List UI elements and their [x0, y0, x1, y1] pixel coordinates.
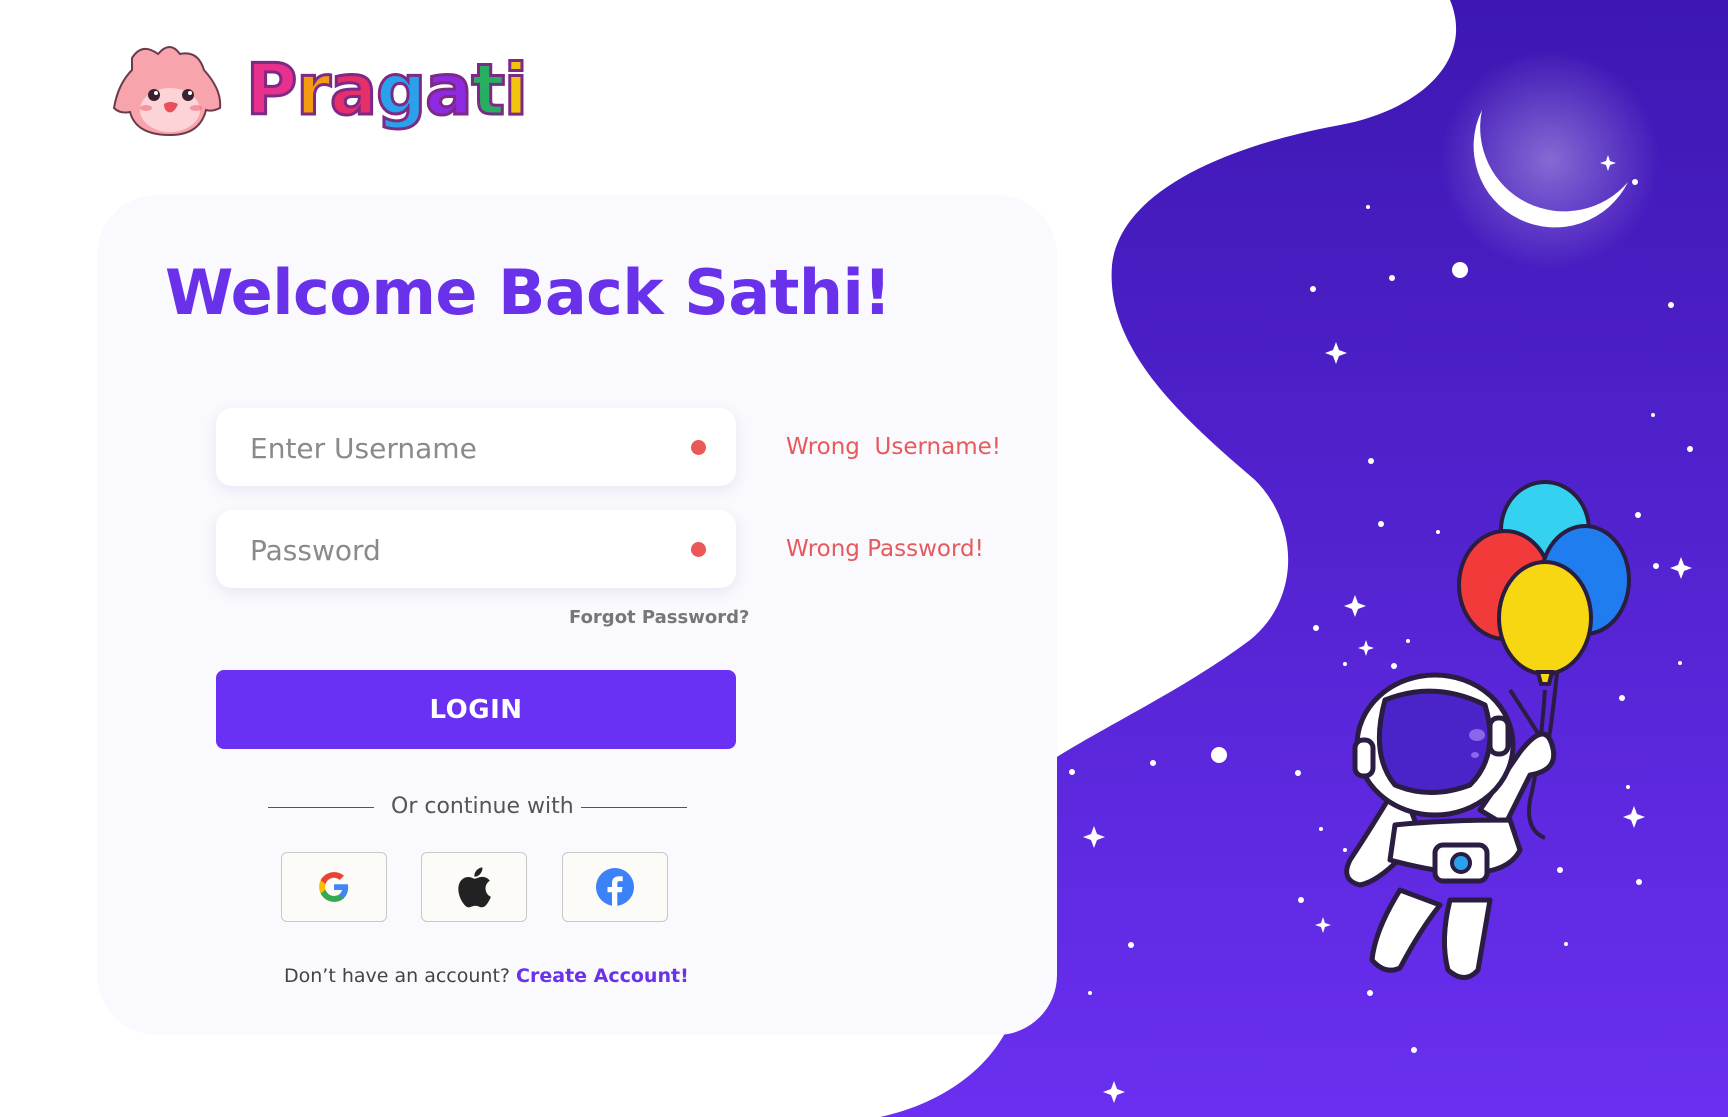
google-login-button[interactable] [281, 852, 387, 922]
bird-mascot-icon [112, 46, 222, 137]
apple-icon [458, 867, 491, 908]
brand-wordmark: Pragati [244, 48, 529, 133]
password-input[interactable] [248, 510, 672, 590]
create-account-link[interactable]: Create Account! [516, 965, 689, 987]
brand-letter: i [502, 48, 529, 133]
brand-letter: a [328, 48, 378, 133]
page-title: Welcome Back Sathi! [165, 256, 892, 329]
divider-right [581, 807, 687, 808]
brand-letter: t [470, 48, 507, 133]
google-icon [319, 872, 349, 902]
password-error-dot [691, 542, 706, 557]
signup-prompt-text: Don’t have an account? [284, 965, 510, 987]
forgot-password-link[interactable]: Forgot Password? [569, 607, 749, 628]
password-error-message: Wrong Password! [786, 536, 984, 562]
username-error-message: Wrong Username! [786, 434, 1001, 460]
brand-letter: a [424, 48, 474, 133]
continue-with-label: Or continue with [391, 794, 574, 819]
divider-left [268, 807, 374, 808]
password-field[interactable] [216, 510, 736, 590]
facebook-login-button[interactable] [562, 852, 668, 922]
brand-letter: P [244, 48, 298, 133]
username-error-dot [691, 440, 706, 455]
facebook-icon [596, 868, 634, 906]
apple-login-button[interactable] [421, 852, 527, 922]
username-input[interactable] [248, 408, 672, 488]
moon-icon [1440, 50, 1660, 270]
brand-letter: r [295, 48, 332, 133]
brand-logo: Pragati [112, 40, 529, 140]
signup-prompt: Don’t have an account? Create Account! [284, 965, 689, 987]
login-button[interactable]: LOGIN [216, 670, 736, 749]
brand-letter: g [375, 48, 428, 133]
username-field[interactable] [216, 408, 736, 488]
